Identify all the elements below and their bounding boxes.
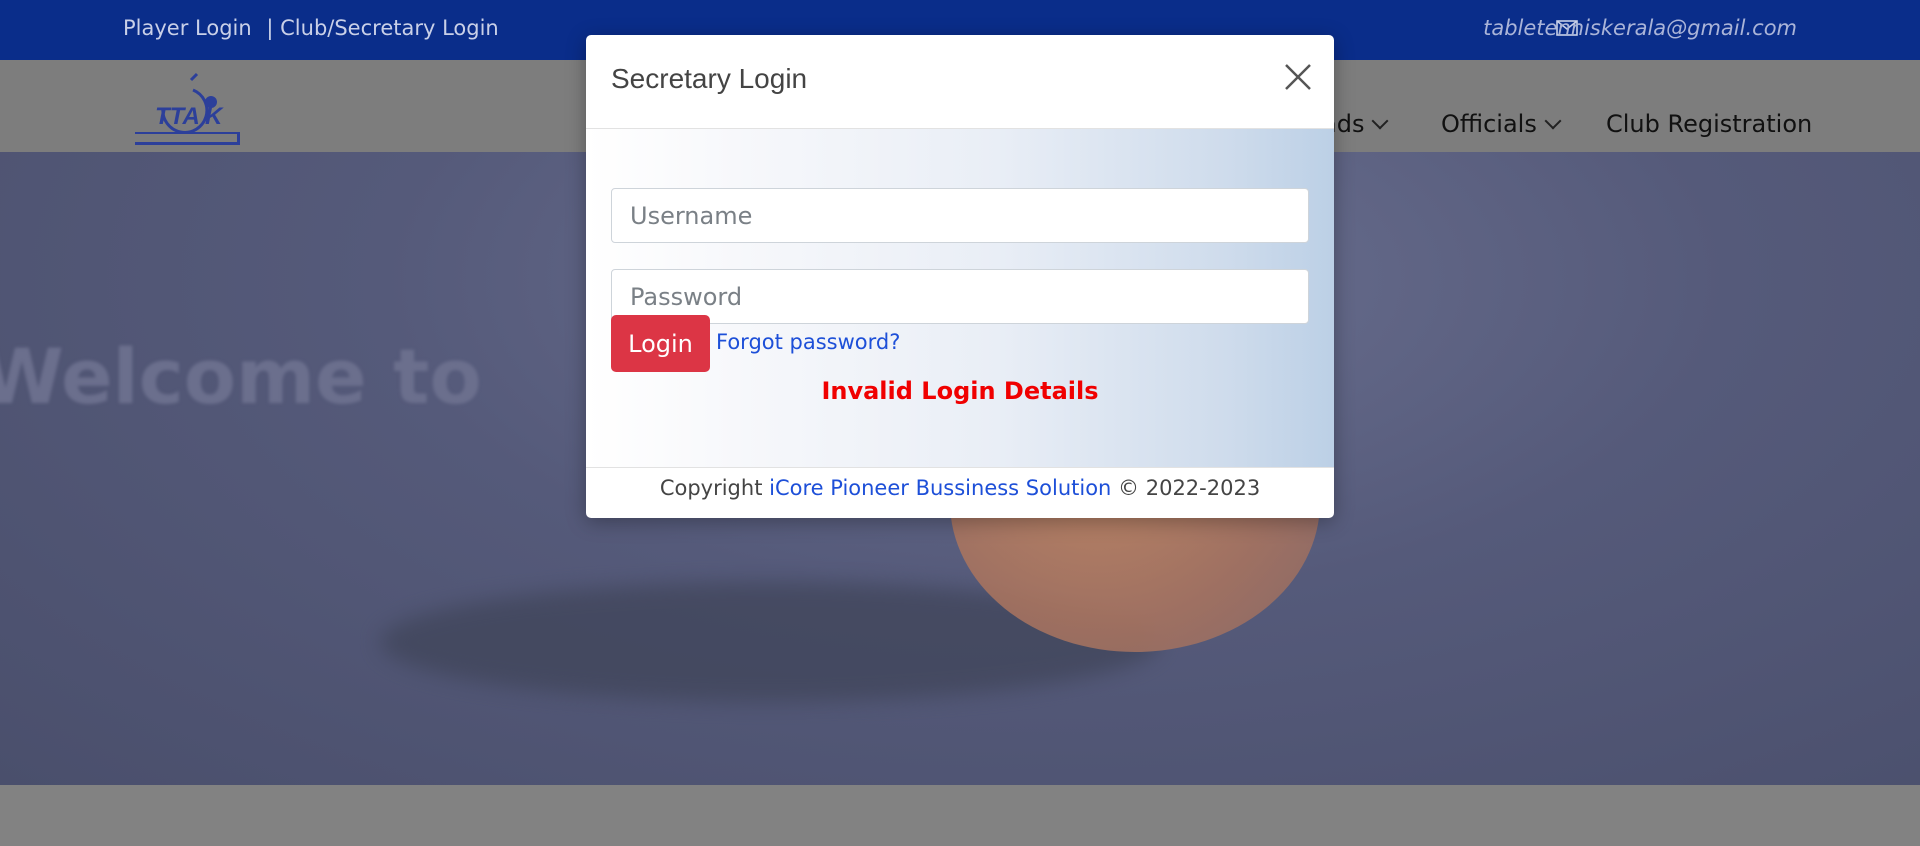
modal-footer: Copyright iCore Pioneer Bussiness Soluti… bbox=[586, 467, 1334, 518]
password-input[interactable] bbox=[611, 269, 1309, 324]
modal-header: Secretary Login bbox=[586, 35, 1334, 129]
hero-welcome-text: Welcome to bbox=[0, 332, 482, 421]
contact-email[interactable]: tabletenniskerala@gmail.com bbox=[1483, 16, 1797, 40]
copyright-label: Copyright bbox=[659, 476, 763, 500]
copyright-years: © 2022-2023 bbox=[1118, 476, 1261, 500]
modal-title: Secretary Login bbox=[611, 63, 808, 94]
chevron-down-icon bbox=[1544, 112, 1562, 130]
error-message: Invalid Login Details bbox=[821, 377, 1099, 405]
svg-text:TTA: TTA bbox=[155, 103, 200, 130]
chevron-down-icon bbox=[1371, 112, 1389, 130]
ttak-logo[interactable]: TTA K bbox=[133, 70, 243, 148]
page-footer-band bbox=[0, 785, 1920, 846]
links-separator: | bbox=[266, 16, 274, 40]
modal-body: Login Forgot password? Invalid Login Det… bbox=[586, 129, 1334, 467]
login-button[interactable]: Login bbox=[611, 315, 710, 372]
nav-item-label: Club Registration bbox=[1606, 110, 1813, 138]
company-link[interactable]: iCore Pioneer Bussiness Solution bbox=[769, 476, 1111, 500]
player-login-link[interactable]: Player Login bbox=[123, 16, 252, 40]
nav-item-club-registration[interactable]: Club Registration bbox=[1606, 110, 1812, 138]
svg-text:K: K bbox=[205, 103, 224, 130]
club-login-link[interactable]: Club/Secretary Login bbox=[280, 16, 499, 40]
close-icon[interactable] bbox=[1280, 59, 1316, 95]
forgot-password-link[interactable]: Forgot password? bbox=[716, 330, 900, 354]
nav-item-officials[interactable]: Officials bbox=[1441, 110, 1562, 138]
username-input[interactable] bbox=[611, 188, 1309, 243]
nav-item-label: Officials bbox=[1441, 110, 1537, 138]
secretary-login-modal: Secretary Login Login Forgot password? I… bbox=[586, 35, 1334, 518]
login-links: Player Login | Club/Secretary Login bbox=[123, 16, 499, 40]
